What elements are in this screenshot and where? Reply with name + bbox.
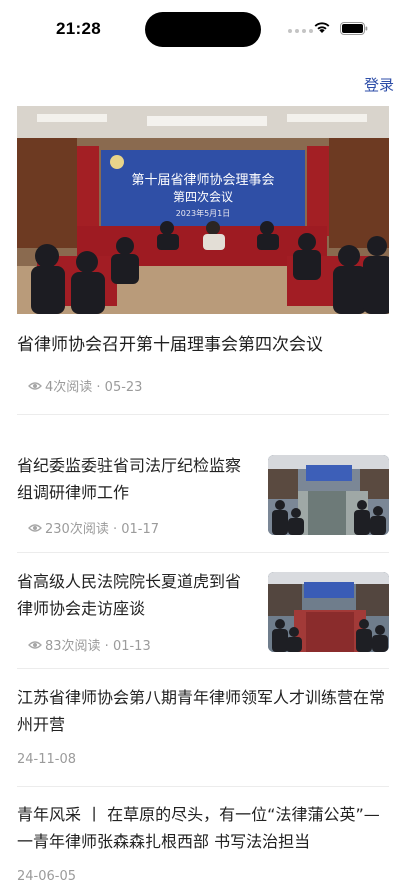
- list-item[interactable]: 江苏省律师协会第八期青年律师领军人才训练营在常州开营 24-11-08: [17, 684, 389, 774]
- divider: [17, 786, 389, 787]
- list-item[interactable]: 青年风采 丨 在草原的尽头，有一位“法律蒲公英”—一青年律师张森森扎根西部 书写…: [17, 801, 389, 883]
- news-meta: 230次阅读 · 01-17: [28, 518, 159, 537]
- news-title: 青年风采 丨 在草原的尽头，有一位“法律蒲公英”—一青年律师张森森扎根西部 书写…: [17, 805, 380, 851]
- news-title: 省纪委监委驻省司法厅纪检监察组调研律师工作: [17, 456, 242, 502]
- featured-title[interactable]: 省律师协会召开第十届理事会第四次会议: [17, 332, 389, 358]
- eye-icon: [28, 381, 42, 390]
- eye-icon: [28, 523, 42, 532]
- banner-title: 第十届省律师协会理事会: [131, 173, 274, 188]
- featured-meta: 4次阅读 · 05-23: [28, 376, 142, 395]
- divider: [17, 552, 389, 553]
- banner-date: 2023年5月1日: [176, 208, 231, 218]
- news-meta-text: 83次阅读 · 01-13: [45, 639, 151, 654]
- news-meta: 83次阅读 · 01-13: [28, 635, 151, 654]
- status-dots-icon: [288, 29, 313, 33]
- status-bar: 21:28: [0, 0, 406, 60]
- news-date: 24-11-08: [17, 752, 77, 767]
- login-button[interactable]: 登录: [364, 74, 394, 95]
- news-thumbnail: [268, 455, 389, 535]
- featured-image[interactable]: 第十届省律师协会理事会 第四次会议 2023年5月1日: [17, 106, 389, 314]
- list-item[interactable]: 省纪委监委驻省司法厅纪检监察组调研律师工作 230次阅读 · 01-17: [17, 452, 389, 542]
- list-item[interactable]: 省高级人民法院院长夏道虎到省律师协会走访座谈 83次阅读 · 01-13: [17, 568, 389, 658]
- divider: [17, 414, 389, 415]
- featured-photo-illustration: 第十届省律师协会理事会 第四次会议 2023年5月1日: [17, 106, 389, 314]
- eye-icon: [28, 640, 42, 649]
- battery-icon: [340, 22, 368, 35]
- dynamic-island: [145, 12, 261, 47]
- wifi-icon: [314, 22, 330, 33]
- divider: [17, 668, 389, 669]
- banner-subtitle: 第四次会议: [173, 190, 233, 204]
- news-title: 江苏省律师协会第八期青年律师领军人才训练营在常州开营: [17, 688, 386, 734]
- news-thumbnail: [268, 572, 389, 652]
- news-title: 省高级人民法院院长夏道虎到省律师协会走访座谈: [17, 572, 242, 618]
- news-date: 24-06-05: [17, 869, 77, 883]
- news-meta-text: 230次阅读 · 01-17: [45, 522, 159, 537]
- status-time: 21:28: [56, 19, 101, 38]
- featured-meta-text: 4次阅读 · 05-23: [45, 380, 143, 395]
